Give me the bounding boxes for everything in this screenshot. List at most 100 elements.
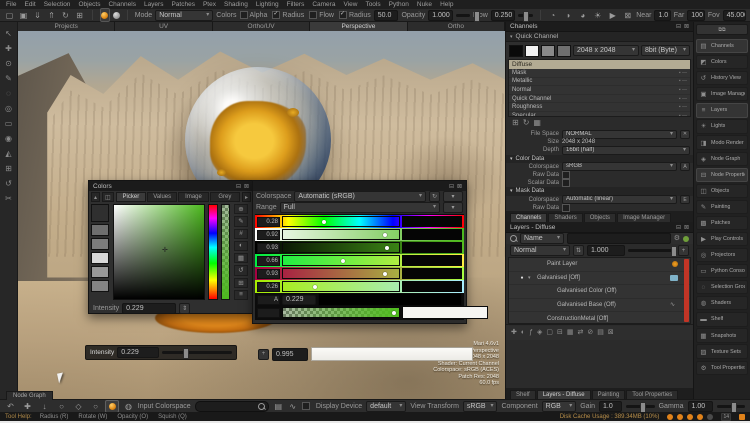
sidebar-item-tool-properties[interactable]: ⚙ Tool Properties bbox=[696, 361, 748, 375]
tool-smudge[interactable]: ◉ bbox=[3, 133, 15, 144]
tool-clone[interactable]: ◎ bbox=[3, 103, 15, 114]
layer-row[interactable]: Galvanised Color (Off) bbox=[509, 285, 690, 299]
layer-row[interactable]: Paint Layer bbox=[509, 258, 690, 272]
sidebar-item-texture-sets[interactable]: ▨ Texture Sets bbox=[696, 344, 748, 358]
radius-field[interactable]: 50.0 bbox=[374, 10, 399, 21]
gain-slider[interactable] bbox=[626, 405, 654, 408]
file-space-dropdown[interactable]: NORMAL▾ bbox=[562, 130, 677, 139]
clear-icon[interactable]: ✕ bbox=[680, 130, 690, 139]
paint-mode-dropdown[interactable]: Normal▾ bbox=[155, 10, 213, 21]
menu-item[interactable]: Nuke bbox=[417, 1, 432, 8]
color-tool-contrast[interactable]: ◐ bbox=[234, 241, 248, 251]
toggle[interactable]: Radius bbox=[339, 11, 371, 19]
layer-filter-input[interactable] bbox=[567, 233, 671, 244]
slider-handle[interactable] bbox=[392, 311, 396, 315]
bottom-tool-move[interactable]: ✚ bbox=[22, 401, 33, 412]
dock-tab[interactable]: Shelf bbox=[510, 390, 536, 399]
dock-tab[interactable]: Tool Properties bbox=[626, 390, 678, 399]
sidebar-item-shaders[interactable]: ◍ Shaders bbox=[696, 296, 748, 310]
far-field[interactable]: 100 bbox=[687, 10, 705, 21]
saturation-value-square[interactable]: ✛ bbox=[113, 204, 205, 300]
slider-handle[interactable] bbox=[341, 259, 345, 263]
close-icon[interactable]: ⊠ bbox=[244, 183, 249, 190]
edit-button[interactable]: E bbox=[680, 195, 690, 204]
color-tool-reset[interactable]: ↺ bbox=[234, 265, 248, 275]
tab-overflow-icon[interactable]: ▸ bbox=[242, 192, 251, 202]
close-icon[interactable]: ⊠ bbox=[684, 224, 689, 231]
color-swatch[interactable] bbox=[91, 224, 109, 236]
tool-transform[interactable]: ✚ bbox=[3, 43, 15, 54]
sidebar-item-node-properties[interactable]: ⊟ Node Properties bbox=[696, 168, 748, 182]
near-field[interactable]: 1.0 bbox=[654, 10, 670, 21]
channel-row-selected[interactable]: Diffuse bbox=[509, 60, 690, 69]
color-swatch[interactable] bbox=[91, 238, 109, 250]
color-tool-menu[interactable]: ≡ bbox=[234, 290, 248, 300]
paint-brush-button[interactable] bbox=[100, 8, 110, 22]
viewport-tab[interactable]: Perspective bbox=[310, 22, 407, 31]
channel-color-swatch[interactable] bbox=[525, 45, 539, 57]
channel-flags-icon[interactable]: ▪ — bbox=[679, 70, 687, 76]
toolbar-icon-save-project[interactable]: ⇓ bbox=[32, 10, 43, 21]
sidebar-item-modo-render[interactable]: ◨ Modo Render bbox=[696, 135, 748, 149]
color-tool-swatch-board[interactable]: ▦ bbox=[234, 253, 248, 263]
layer-action-duplicate-layer[interactable]: ▦ bbox=[567, 329, 574, 336]
plus-icon[interactable]: + bbox=[258, 349, 269, 360]
curve-icon[interactable]: ∿ bbox=[287, 401, 297, 412]
close-icon[interactable]: ⊠ bbox=[684, 23, 689, 30]
slider-handle[interactable] bbox=[313, 285, 317, 289]
menu-item[interactable]: Layers bbox=[144, 1, 164, 8]
color-tool-pick[interactable]: ⊕ bbox=[234, 204, 248, 214]
layer-action-add-layer[interactable]: ✚ bbox=[511, 329, 517, 336]
minimize-icon[interactable]: ⊟ bbox=[236, 183, 241, 190]
layer-opacity-slider[interactable] bbox=[628, 249, 675, 252]
menu-item[interactable]: File bbox=[6, 1, 16, 8]
layer-filter-dropdown[interactable]: Name▾ bbox=[520, 233, 564, 244]
channel-action-channel-layout[interactable]: ▦ bbox=[533, 119, 541, 127]
toolbar-icon-open-project[interactable]: ▣ bbox=[18, 10, 29, 21]
view-transform-dropdown[interactable]: sRGB▾ bbox=[463, 401, 498, 412]
menu-item[interactable]: Edit bbox=[24, 1, 35, 8]
layer-row[interactable]: Galvanised Base (Off) bbox=[509, 299, 690, 313]
layer-action-cache-layer[interactable]: ▤ bbox=[597, 329, 604, 336]
intensity-field[interactable]: 0.229 bbox=[122, 303, 176, 314]
layer-opacity-field[interactable]: 1.000 bbox=[587, 245, 625, 256]
gamma-slider[interactable] bbox=[717, 405, 745, 408]
channel-flags-icon[interactable]: ▪ — bbox=[679, 87, 687, 93]
dock-tab[interactable]: Objects bbox=[584, 213, 616, 222]
tool-fill[interactable]: ⊞ bbox=[3, 163, 15, 174]
minimize-icon[interactable]: ⊟ bbox=[676, 224, 681, 231]
menu-item[interactable]: Python bbox=[389, 1, 409, 8]
colorspace-extra-dropdown[interactable]: ▾ bbox=[443, 191, 463, 202]
sidebar-item-snapshots[interactable]: ▦ Snapshots bbox=[696, 328, 748, 342]
slider-knob[interactable] bbox=[731, 402, 737, 413]
colors-palette-header[interactable]: Colors ⊟⊠ bbox=[89, 181, 253, 191]
sidebar-item-node-graph[interactable]: ◈ Node Graph bbox=[696, 152, 748, 166]
channel-flags-icon[interactable]: ▪ — bbox=[679, 78, 687, 84]
dock-tab[interactable]: Image Manager bbox=[617, 213, 671, 222]
menu-item[interactable]: Ptex bbox=[203, 1, 216, 8]
component-dropdown[interactable]: RGB▾ bbox=[542, 401, 577, 412]
sidebar-item-colors[interactable]: ◩ Colors bbox=[696, 55, 748, 69]
layer-action-add-procedural[interactable]: ƒ bbox=[529, 329, 533, 336]
channel-row[interactable]: Normal▪ — bbox=[509, 86, 690, 95]
channels-palette-header[interactable]: Channels ⊟⊠ bbox=[506, 22, 693, 32]
layer-action-merge-layers[interactable]: ⊟ bbox=[557, 329, 563, 336]
layer-action-add-graph-layer[interactable]: ◈ bbox=[537, 329, 542, 336]
swap-icon[interactable]: ⇅ bbox=[573, 245, 584, 256]
toolbar-icon-shadows[interactable]: ☀ bbox=[592, 10, 603, 21]
layer-action-add-adjustment[interactable]: ◐ bbox=[521, 329, 525, 336]
menu-item[interactable]: Shading bbox=[224, 1, 248, 8]
refresh-colorspace-button[interactable]: ↻ bbox=[429, 191, 440, 202]
layer-action-transfer-layer[interactable]: ⇄ bbox=[578, 329, 584, 336]
slider-knob[interactable] bbox=[671, 246, 677, 257]
menu-item[interactable]: Objects bbox=[78, 1, 100, 8]
intensity-stepper[interactable]: ⇕ bbox=[179, 303, 190, 314]
channel-color-swatch[interactable] bbox=[557, 45, 571, 57]
a-value-field[interactable]: 0.229 bbox=[282, 295, 316, 305]
color-swatch[interactable] bbox=[91, 266, 109, 278]
viewport-tab[interactable]: Projects bbox=[18, 22, 115, 31]
range-dropdown[interactable]: Full▾ bbox=[280, 202, 440, 213]
color-mode-button[interactable]: ▴ bbox=[91, 192, 100, 202]
layer-scrollbar[interactable] bbox=[684, 259, 689, 322]
mask-raw-data-checkbox[interactable] bbox=[562, 204, 570, 212]
